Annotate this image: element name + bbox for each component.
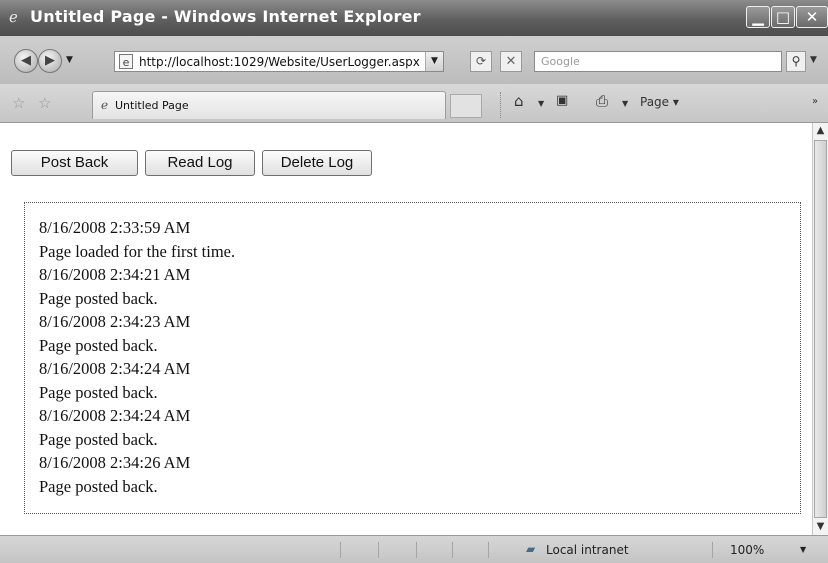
status-divider [488,542,489,558]
search-options-dropdown-icon[interactable]: ▼ [810,55,817,65]
log-line: Page loaded for the first time. [39,241,236,261]
status-divider [340,542,341,558]
window-title: Untitled Page - Windows Internet Explore… [30,7,421,26]
refresh-button[interactable]: ⟳ [470,51,492,72]
stop-button[interactable]: ✕ [500,51,522,72]
log-line: Page posted back. [39,288,158,308]
favorites-star-icon[interactable]: ☆ [12,94,25,112]
title-bar: ℯ Untitled Page - Windows Internet Explo… [0,0,828,36]
log-line: 8/16/2008 2:34:26 AM [39,453,191,472]
address-bar: ◀ ▶ ▼ e http://localhost:1029/Website/Us… [0,36,828,84]
page-icon: e [119,54,133,69]
status-divider [378,542,379,558]
scroll-up-icon[interactable]: ▲ [813,123,828,139]
maximize-button[interactable]: □ [771,6,795,28]
back-arrow-icon: ◀ [21,53,31,68]
toolbar-separator [500,92,503,118]
search-placeholder: Google [541,55,580,68]
print-dropdown-icon[interactable]: ▼ [622,99,628,108]
minimize-button[interactable]: ▁ [746,6,770,28]
intranet-zone-icon: ▰ [526,542,536,556]
maximize-icon: □ [775,8,791,26]
log-panel: 8/16/2008 2:33:59 AM Page loaded for the… [24,202,801,514]
url-field[interactable]: e http://localhost:1029/Website/UserLogg… [114,51,444,72]
refresh-icon: ⟳ [475,54,487,68]
add-favorite-icon[interactable]: ☆ [38,94,51,112]
forward-arrow-icon: ▶ [45,53,55,68]
command-bar: ☆ ☆ ℯ Untitled Page ⌂ ▼ ▣ ⎙ ▼ Page ▾ » [0,84,828,123]
search-button[interactable]: ⚲ [786,51,806,72]
scroll-down-icon[interactable]: ▼ [813,519,828,535]
minimize-icon: ▁ [752,8,764,26]
back-button[interactable]: ◀ [14,49,38,73]
log-line: Page posted back. [39,335,158,355]
chevron-more-icon[interactable]: » [812,96,818,107]
log-line: 8/16/2008 2:34:24 AM [39,359,191,378]
log-line: Page posted back. [39,382,158,402]
read-log-button[interactable]: Read Log [145,150,255,176]
post-back-button[interactable]: Post Back [11,150,138,176]
ie-logo-icon: ℯ [9,8,18,26]
status-bar: ▰ Local intranet 100% ▼ [0,535,828,563]
log-lines: 8/16/2008 2:33:59 AM Page loaded for the… [39,216,235,498]
log-line: Page posted back. [39,476,158,496]
search-icon: ⚲ [791,54,801,68]
home-icon[interactable]: ⌂ [514,92,524,110]
browser-window: ℯ Untitled Page - Windows Internet Explo… [0,0,828,563]
log-line: 8/16/2008 2:34:21 AM [39,265,191,284]
home-dropdown-icon[interactable]: ▼ [538,99,544,108]
url-text: http://localhost:1029/Website/UserLogger… [139,55,420,69]
security-zone-label[interactable]: Local intranet [546,543,629,557]
log-line: 8/16/2008 2:33:59 AM [39,218,191,237]
log-line: Page posted back. [39,429,158,449]
tab-page-icon: ℯ [101,98,109,112]
print-icon[interactable]: ⎙ [596,92,608,110]
close-icon: ✕ [805,8,819,26]
feeds-icon[interactable]: ▣ [556,93,568,108]
log-line: 8/16/2008 2:34:24 AM [39,406,191,425]
forward-button[interactable]: ▶ [38,49,62,73]
recent-pages-dropdown-icon[interactable]: ▼ [66,55,73,65]
vertical-scrollbar[interactable]: ▲ ▼ [812,123,828,535]
tab-label: Untitled Page [115,99,189,112]
close-button[interactable]: ✕ [796,6,828,28]
log-line: 8/16/2008 2:34:23 AM [39,312,191,331]
new-tab-button[interactable] [450,94,482,118]
page-menu-button[interactable]: Page ▾ [640,95,679,109]
search-input[interactable]: Google [534,51,782,72]
scrollbar-thumb[interactable] [814,140,827,518]
page-content: Post Back Read Log Delete Log 8/16/2008 … [0,123,812,535]
url-dropdown-icon[interactable]: ▼ [425,52,443,71]
zoom-dropdown-icon[interactable]: ▼ [800,545,806,554]
delete-log-button[interactable]: Delete Log [262,150,372,176]
tab-untitled-page[interactable]: ℯ Untitled Page [92,91,446,119]
zoom-level[interactable]: 100% [730,543,764,557]
stop-icon: ✕ [505,54,517,69]
status-divider [416,542,417,558]
status-divider [452,542,453,558]
status-divider [712,542,713,558]
